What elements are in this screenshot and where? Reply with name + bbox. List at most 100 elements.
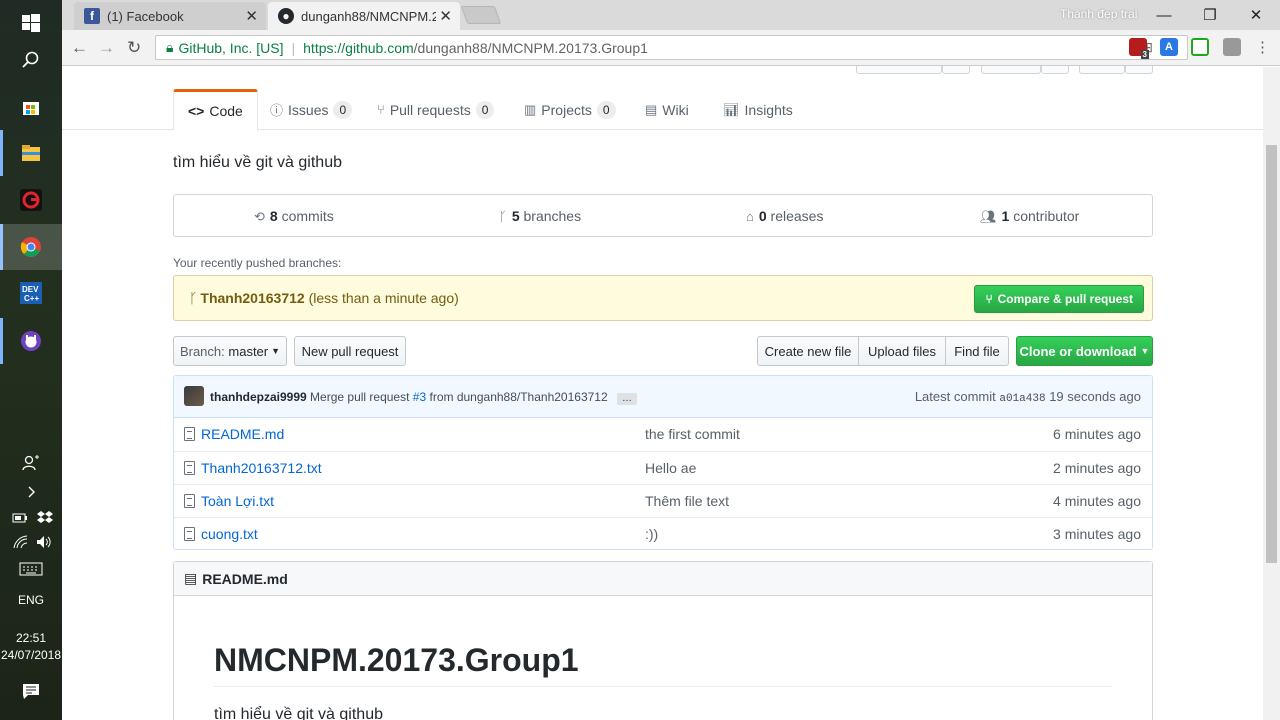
tab-code[interactable]: <> Code — [173, 89, 258, 131]
restore-icon[interactable]: ❐ — [1187, 0, 1233, 30]
avatar[interactable] — [184, 386, 204, 406]
svg-text:C++: C++ — [24, 294, 39, 303]
volume-icon[interactable] — [36, 535, 52, 549]
latest-commit-bar: thanhdepzai9999 Merge pull request #3 fr… — [174, 376, 1152, 418]
minimize-icon[interactable]: — — [1141, 0, 1187, 30]
search-icon[interactable] — [0, 37, 62, 83]
back-arrow-icon[interactable]: ← — [71, 38, 88, 58]
tab-wiki[interactable]: ▤ Wiki — [645, 89, 689, 130]
star-count[interactable] — [1041, 66, 1069, 74]
recent-branch-text: ᚴ Thanh20163712 (less than a minute ago) — [189, 290, 459, 306]
new-pull-request-button[interactable]: New pull request — [294, 336, 406, 366]
clone-download-button[interactable]: Clone or download ▼ — [1016, 336, 1153, 366]
lock-icon: 🔒︎ — [166, 39, 174, 55]
pull-requests-count: 0 — [475, 100, 495, 119]
fork-count[interactable] — [1125, 66, 1153, 74]
new-tab-button[interactable] — [460, 6, 502, 24]
contributors-label: contributor — [1013, 208, 1080, 224]
tab-label: Projects — [541, 101, 592, 118]
tab-issues[interactable]: ⓘ Issues 0 — [270, 89, 353, 130]
readme-title: NMCNPM.20173.Group1 — [214, 642, 579, 678]
tag-icon: ⌂ — [746, 209, 754, 224]
commits-link[interactable]: ⟲ 8 commits — [254, 208, 334, 225]
extension-icon[interactable] — [1223, 38, 1241, 56]
file-name-link[interactable]: README.md — [201, 426, 284, 442]
file-explorer-icon[interactable] — [0, 130, 62, 176]
watch-count[interactable] — [942, 66, 970, 74]
tab-label: Pull requests — [389, 101, 471, 118]
commit-message-post[interactable]: from dunganh88/Thanh20163712 — [429, 390, 607, 404]
garena-icon[interactable] — [0, 177, 62, 223]
file-name-link[interactable]: Toàn Lợi.txt — [201, 493, 274, 509]
file-name-link[interactable]: cuong.txt — [201, 526, 258, 542]
contributors-link[interactable]: 👥︎ 1 contributor — [980, 208, 1079, 225]
security-label: GitHub, Inc. [US] — [178, 39, 284, 56]
file-age: 2 minutes ago — [1053, 460, 1141, 476]
commit-pr-link[interactable]: #3 — [413, 390, 426, 404]
star-button[interactable] — [981, 66, 1041, 74]
upload-files-button[interactable]: Upload files — [858, 336, 946, 366]
file-commit-message[interactable]: :)) — [645, 526, 658, 542]
url-divider: | — [291, 39, 296, 56]
scrollbar-thumb[interactable] — [1266, 145, 1277, 563]
create-new-file-button[interactable]: Create new file — [757, 336, 859, 366]
branches-link[interactable]: ᚴ5 branches — [499, 208, 581, 224]
close-icon[interactable]: ✕ — [439, 7, 452, 25]
latest-commit-info: Latest commit a01a438 19 seconds ago — [915, 389, 1141, 405]
store-icon[interactable] — [0, 84, 62, 130]
devcpp-icon[interactable]: DEV C++ — [0, 270, 62, 316]
compare-pull-request-button[interactable]: ⑂ Compare & pull request — [974, 285, 1144, 313]
fork-button[interactable] — [1079, 66, 1125, 74]
tab-github[interactable]: ● dunganh88/NMCNPM.20 ✕ — [268, 2, 460, 30]
tab-insights[interactable]: 📊︎ Insights — [723, 89, 793, 130]
dropbox-icon[interactable] — [37, 510, 53, 524]
recent-branches-label: Your recently pushed branches: — [173, 256, 342, 270]
file-name-link[interactable]: Thanh20163712.txt — [201, 460, 322, 476]
repo-nav: <> Code ⓘ Issues 0 ⑂ Pull requests 0 ▥ P… — [62, 89, 1263, 131]
graph-icon: 📊︎ — [723, 101, 740, 117]
clock-time[interactable]: 22:51 — [0, 631, 62, 645]
battery-icon[interactable] — [12, 511, 28, 525]
watch-button[interactable] — [856, 66, 942, 74]
profile-name[interactable]: Thành đẹp trai — [1060, 7, 1137, 21]
menu-icon[interactable]: ⋮ — [1255, 38, 1270, 56]
tab-title: (1) Facebook — [107, 8, 184, 24]
reload-icon[interactable]: ↻ — [127, 38, 141, 58]
github-icon: ● — [278, 8, 294, 24]
commit-message-pre[interactable]: Merge pull request — [310, 390, 409, 404]
chrome-icon[interactable] — [0, 224, 62, 270]
commit-sha[interactable]: a01a438 — [999, 393, 1045, 405]
chevron-right-icon[interactable] — [0, 472, 62, 512]
translate-extension-icon[interactable]: A — [1160, 38, 1178, 56]
book-icon: ▤ — [184, 570, 198, 586]
file-commit-message[interactable]: Hello ae — [645, 460, 696, 476]
tab-pull-requests[interactable]: ⑂ Pull requests 0 — [377, 89, 495, 130]
keyboard-icon[interactable] — [19, 562, 43, 576]
releases-link[interactable]: ⌂ 0 releases — [746, 208, 823, 224]
browser-toolbar: ← → ↻ 🔒︎ GitHub, Inc. [US] | https://git… — [62, 30, 1280, 66]
close-window-icon[interactable]: ✕ — [1233, 0, 1279, 30]
recent-branch-name[interactable]: Thanh20163712 — [200, 290, 304, 306]
commits-label: commits — [281, 208, 334, 224]
close-icon[interactable]: ✕ — [245, 7, 258, 25]
pull-request-icon: ⑂ — [985, 292, 993, 306]
file-commit-message[interactable]: Thêm file text — [645, 493, 729, 509]
tab-projects[interactable]: ▥ Projects 0 — [524, 89, 616, 130]
ublock-icon[interactable]: 3 — [1129, 38, 1149, 59]
tab-facebook[interactable]: f (1) Facebook ✕ — [74, 2, 266, 30]
forward-arrow-icon[interactable]: → — [98, 38, 115, 58]
clock-date[interactable]: 24/07/2018 — [0, 648, 62, 662]
github-desktop-icon[interactable] — [0, 318, 62, 364]
expand-commit-button[interactable]: … — [616, 393, 637, 405]
file-commit-message[interactable]: the first commit — [645, 426, 740, 442]
find-file-button[interactable]: Find file — [945, 336, 1009, 366]
address-bar[interactable]: 🔒︎ GitHub, Inc. [US] | https://github.co… — [155, 35, 1188, 60]
file-table: thanhdepzai9999 Merge pull request #3 fr… — [173, 375, 1153, 550]
repo-summary: ⟲ 8 commits ᚴ5 branches ⌂ 0 releases 👥︎ 1 c… — [173, 194, 1153, 237]
notification-icon[interactable] — [22, 683, 40, 699]
branch-select-button[interactable]: Branch: master ▼ — [173, 336, 287, 366]
wifi-icon[interactable] — [13, 535, 29, 549]
commit-author[interactable]: thanhdepzai9999 — [210, 390, 307, 404]
language-indicator[interactable]: ENG — [0, 593, 62, 607]
tv-extension-icon[interactable] — [1191, 38, 1209, 56]
